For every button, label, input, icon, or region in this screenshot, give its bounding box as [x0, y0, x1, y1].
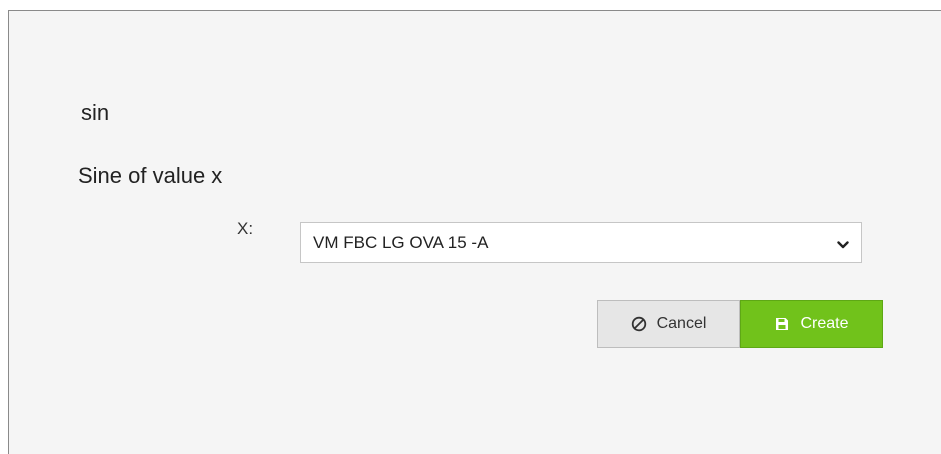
- create-button-label: Create: [800, 315, 849, 332]
- x-parameter-label: X:: [237, 219, 254, 238]
- cancel-button[interactable]: Cancel: [597, 300, 740, 348]
- function-dialog: sin Sine of value x X: VM FBC LG OVA 15 …: [8, 10, 941, 454]
- floppy-disk-icon: [774, 316, 790, 332]
- x-parameter-selected-value: VM FBC LG OVA 15 -A: [313, 233, 489, 252]
- ban-icon: [631, 316, 647, 332]
- function-name: sin: [81, 100, 110, 125]
- cancel-button-label: Cancel: [656, 315, 707, 332]
- function-description: Sine of value x: [78, 163, 223, 188]
- x-parameter-select[interactable]: VM FBC LG OVA 15 -A: [300, 222, 862, 263]
- create-button[interactable]: Create: [740, 300, 883, 348]
- chevron-down-icon: [837, 237, 849, 249]
